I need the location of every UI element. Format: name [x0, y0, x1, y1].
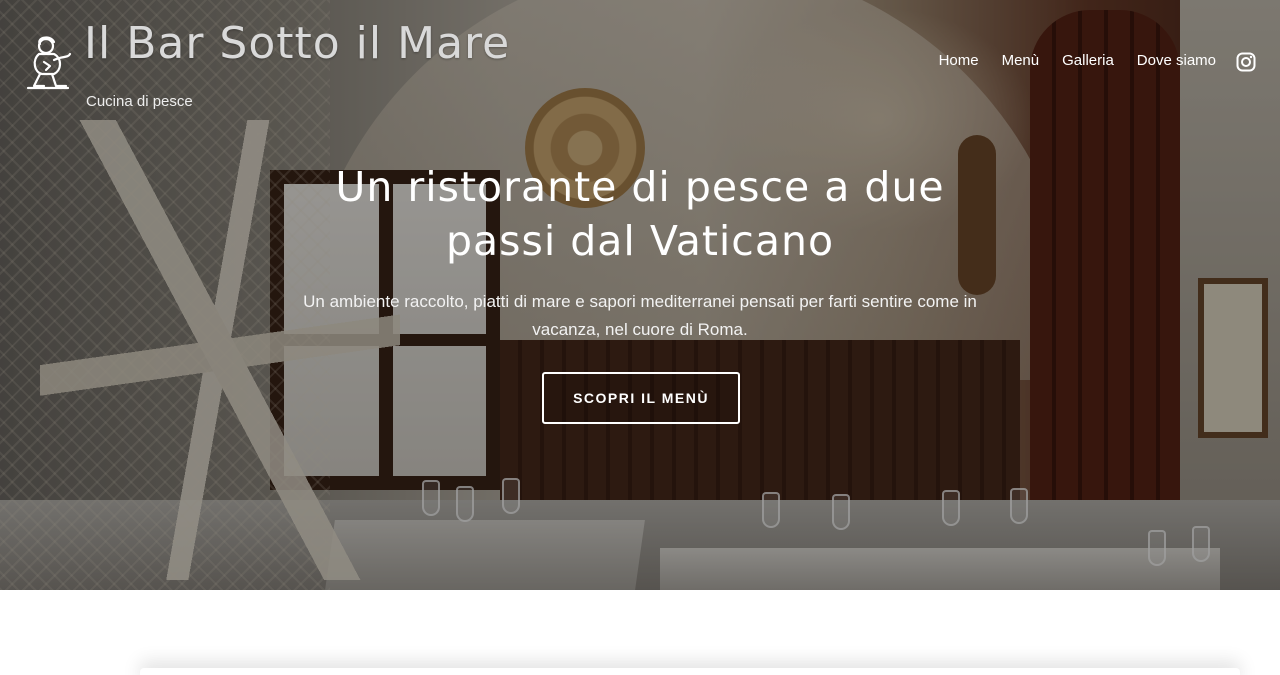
- hero-headline: Un ristorante di pesce a due passi dal V…: [335, 163, 945, 265]
- discover-menu-button[interactable]: SCOPRI IL MENÙ: [542, 372, 740, 424]
- instagram-icon[interactable]: [1236, 52, 1256, 72]
- content-section: [0, 590, 1280, 675]
- nav-item-home[interactable]: Home: [939, 52, 979, 69]
- nav-item-menu[interactable]: Menù: [1002, 52, 1040, 69]
- main-navigation: Home Menù Galleria Dove siamo: [939, 52, 1216, 69]
- site-logo-icon[interactable]: [24, 34, 72, 94]
- hero-subtext: Un ambiente raccolto, piatti di mare e s…: [303, 292, 977, 339]
- content-card: [140, 668, 1240, 675]
- nav-item-gallery[interactable]: Galleria: [1062, 52, 1114, 69]
- site-tagline: Cucina di pesce: [86, 93, 193, 110]
- nav-item-location[interactable]: Dove siamo: [1137, 52, 1216, 69]
- site-title[interactable]: Il Bar Sotto il Mare: [84, 18, 510, 69]
